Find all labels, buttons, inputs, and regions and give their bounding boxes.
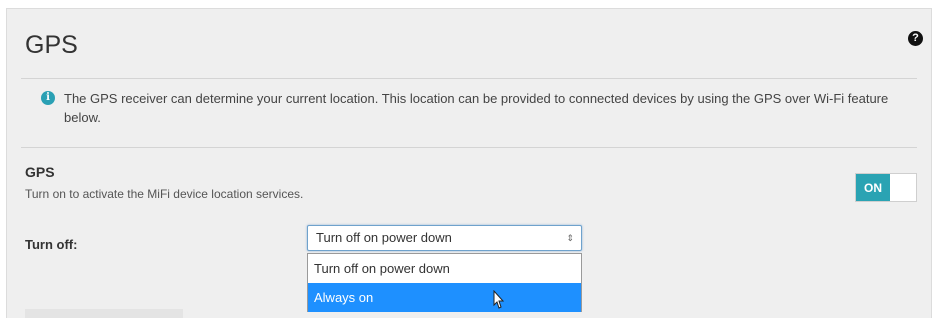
turn-off-dropdown-list: Turn off on power down Always on bbox=[307, 253, 582, 312]
dropdown-option-always-on[interactable]: Always on bbox=[308, 283, 581, 312]
dropdown-option-turn-off-on-power-down[interactable]: Turn off on power down bbox=[308, 254, 581, 283]
gps-setting-label: GPS bbox=[25, 164, 55, 180]
page-title: GPS bbox=[25, 31, 78, 59]
divider bbox=[21, 78, 917, 79]
turn-off-label: Turn off: bbox=[25, 237, 78, 252]
save-button[interactable] bbox=[25, 309, 183, 318]
gps-setting-description: Turn on to activate the MiFi device loca… bbox=[25, 187, 304, 201]
info-message: i The GPS receiver can determine your cu… bbox=[41, 89, 901, 127]
info-circle-icon: i bbox=[41, 91, 55, 105]
select-value: Turn off on power down bbox=[316, 230, 452, 245]
toggle-on-label: ON bbox=[856, 174, 890, 201]
toggle-knob bbox=[890, 174, 916, 201]
mouse-cursor-icon bbox=[493, 290, 505, 309]
info-text: The GPS receiver can determine your curr… bbox=[64, 91, 889, 125]
gps-toggle[interactable]: ON bbox=[855, 173, 917, 202]
question-circle-icon[interactable]: ? bbox=[908, 31, 923, 46]
turn-off-select[interactable]: Turn off on power down ⇕ bbox=[307, 225, 582, 251]
gps-settings-panel: GPS ? i The GPS receiver can determine y… bbox=[6, 8, 932, 318]
divider bbox=[21, 147, 917, 148]
select-arrows-icon: ⇕ bbox=[566, 233, 574, 243]
